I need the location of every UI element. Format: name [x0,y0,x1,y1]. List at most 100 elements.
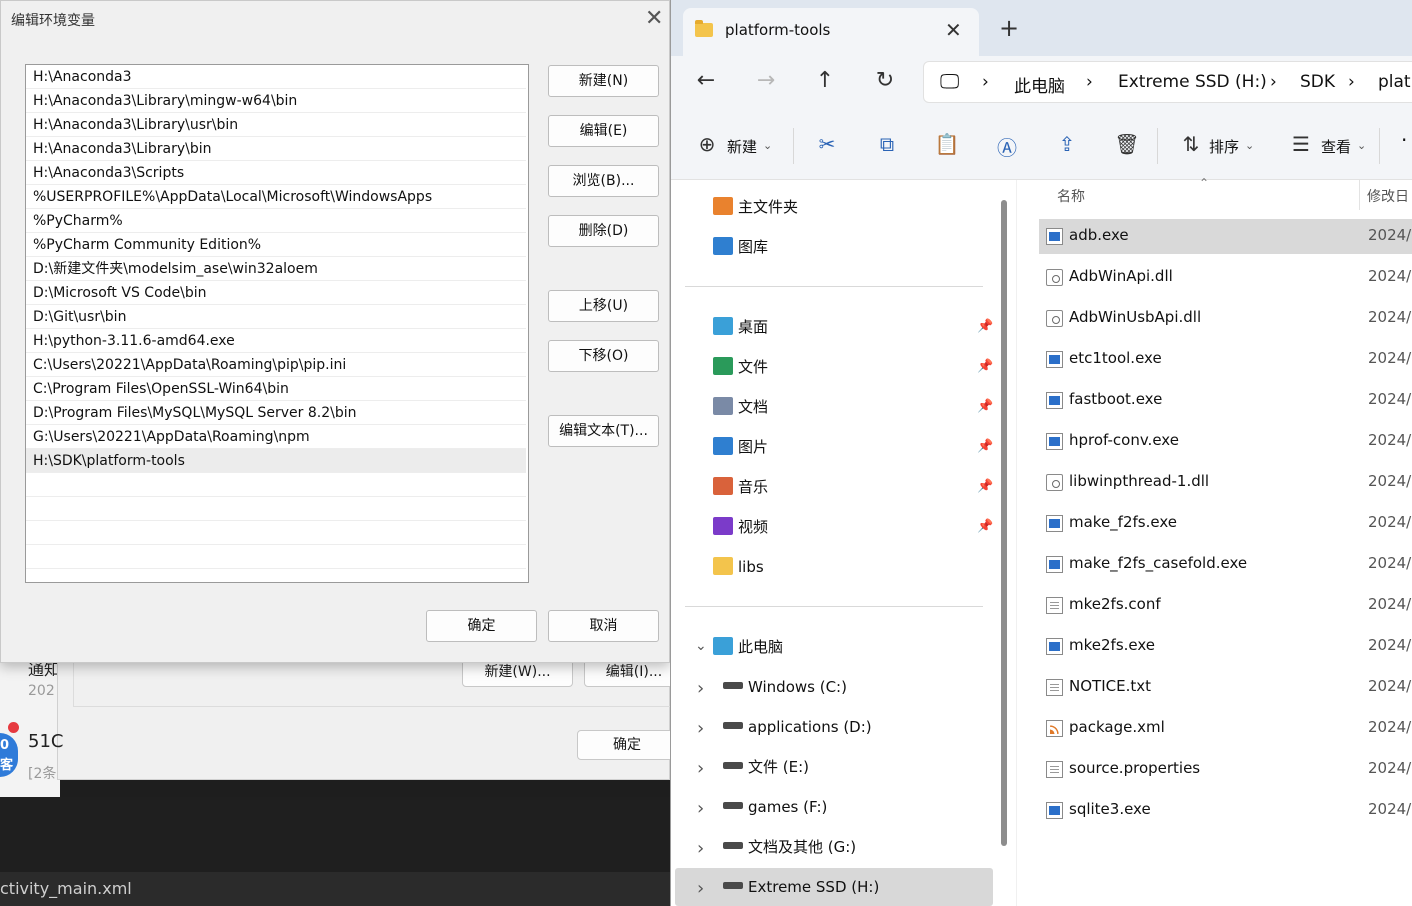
share-icon[interactable]: ⇪ [1053,132,1081,156]
path-list-item[interactable]: D:\Microsoft VS Code\bin [26,281,526,305]
file-row[interactable]: sqlite3.exe 2024/3 [1039,793,1412,828]
path-list-item[interactable] [26,473,526,497]
refresh-icon[interactable]: ↻ [870,68,900,93]
path-list-item[interactable]: H:\Anaconda3\Library\bin [26,137,526,161]
expand-chevron-icon[interactable]: › [697,878,704,899]
delete-icon[interactable]: 🗑 [1113,132,1141,156]
chevron-right-icon[interactable]: › [1270,72,1277,92]
breadcrumb-drive[interactable]: Extreme SSD (H:) [1118,72,1267,92]
path-list-item[interactable]: D:\新建文件夹\modelsim_ase\win32aloem [26,257,526,281]
nav-drive-item[interactable]: Extreme SSD (H:) [723,875,879,899]
file-row[interactable]: make_f2fs_casefold.exe 2024/3 [1039,547,1412,582]
file-row[interactable]: libwinpthread-1.dll 2024/3 [1039,465,1412,500]
path-list-item[interactable]: D:\Git\usr\bin [26,305,526,329]
new-menu-label[interactable]: 新建 [727,136,757,157]
nav-home[interactable]: 主文件夹 [713,195,798,219]
file-row[interactable]: NOTICE.txt 2024/3 [1039,670,1412,705]
avatar[interactable]: 0客 [0,733,18,777]
paste-icon[interactable]: 📋 [933,132,961,156]
more-icon[interactable]: · [1401,128,1407,152]
file-row[interactable]: source.properties 2024/3 [1039,752,1412,787]
breadcrumb-sdk[interactable]: SDK [1300,72,1335,92]
path-list-item[interactable] [26,545,526,569]
pin-icon[interactable]: 📌 [977,359,993,374]
nav-quick-access-item[interactable]: 视频 [713,515,768,539]
path-list-item[interactable]: G:\Users\20221\AppData\Roaming\npm [26,425,526,449]
sort-icon[interactable]: ⇅ [1177,132,1205,156]
tab-platform-tools[interactable]: platform-tools ✕ [683,8,979,56]
chevron-down-icon[interactable]: ⌄ [1357,139,1366,152]
file-row[interactable]: adb.exe 2024/3 [1039,219,1412,254]
pin-icon[interactable]: 📌 [977,479,993,494]
nav-quick-access-item[interactable]: 文档 [713,395,768,419]
nav-quick-access-item[interactable]: 文件 [713,355,768,379]
new-tab-icon[interactable]: + [999,14,1019,42]
nav-drive-item[interactable]: applications (D:) [723,715,872,739]
nav-libs[interactable]: libs [713,555,764,579]
file-row[interactable]: fastboot.exe 2024/3 [1039,383,1412,418]
path-list-item[interactable] [26,497,526,521]
path-list-item[interactable]: %PyCharm Community Edition% [26,233,526,257]
file-row[interactable]: AdbWinUsbApi.dll 2024/3 [1039,301,1412,336]
breadcrumb-platform-tools[interactable]: plat [1378,72,1411,92]
view-menu-label[interactable]: 查看 [1321,136,1351,157]
cut-icon[interactable]: ✂ [813,132,841,156]
nav-quick-access-item[interactable]: 音乐 [713,475,768,499]
file-row[interactable]: hprof-conv.exe 2024/3 [1039,424,1412,459]
path-list-item[interactable]: %PyCharm% [26,209,526,233]
move-down-button[interactable]: 下移(O) [548,340,659,372]
column-divider[interactable] [1359,180,1360,210]
path-list[interactable]: H:\Anaconda3 H:\Anaconda3\Library\mingw-w… [25,64,529,583]
breadcrumb-this-pc[interactable]: 此电脑 [1014,72,1065,97]
nav-scrollbar[interactable] [1001,200,1007,846]
edit-text-button[interactable]: 编辑文本(T)... [548,415,659,447]
column-header-name[interactable]: 名称 [1057,186,1085,206]
move-up-button[interactable]: 上移(U) [548,290,659,322]
nav-gallery[interactable]: 图库 [713,235,768,259]
chevron-right-icon[interactable]: › [1348,72,1355,92]
expand-chevron-icon[interactable]: › [697,798,704,819]
edit-button[interactable]: 编辑(E) [548,115,659,147]
chevron-down-icon[interactable]: ⌄ [763,139,772,152]
nav-drive-item[interactable]: Windows (C:) [723,675,847,699]
close-icon[interactable]: ✕ [645,7,663,31]
nav-drive-item[interactable]: 文件 (E:) [723,755,809,779]
background-ok-button[interactable]: 确定 [577,730,677,760]
expand-chevron-icon[interactable]: › [697,678,704,699]
rename-icon[interactable]: Ⓐ [993,132,1021,161]
file-row[interactable]: mke2fs.exe 2024/3 [1039,629,1412,664]
address-bar[interactable]: 🖵 › 此电脑 › Extreme SSD (H:) › SDK › plat [923,61,1412,103]
pin-icon[interactable]: 📌 [977,319,993,334]
sort-menu-label[interactable]: 排序 [1209,136,1239,157]
file-row[interactable]: package.xml 2024/3 [1039,711,1412,746]
path-list-item[interactable]: %USERPROFILE%\AppData\Local\Microsoft\Wi… [26,185,526,209]
browse-button[interactable]: 浏览(B)... [548,165,659,197]
nav-this-pc[interactable]: 此电脑 [713,635,783,659]
back-arrow-icon[interactable]: ← [691,68,721,93]
expand-chevron-icon[interactable]: › [697,838,704,859]
nav-quick-access-item[interactable]: 桌面 [713,315,768,339]
file-row[interactable]: make_f2fs.exe 2024/3 [1039,506,1412,541]
pin-icon[interactable]: 📌 [977,439,993,454]
path-list-item[interactable]: D:\Program Files\MySQL\MySQL Server 8.2\… [26,401,526,425]
path-list-item[interactable]: H:\python-3.11.6-amd64.exe [26,329,526,353]
new-button[interactable]: 新建(N) [548,65,659,97]
path-list-item[interactable]: C:\Users\20221\AppData\Roaming\pip\pip.i… [26,353,526,377]
forward-arrow-icon[interactable]: → [751,68,781,93]
file-row[interactable]: AdbWinApi.dll 2024/3 [1039,260,1412,295]
file-row[interactable]: mke2fs.conf 2024/3 [1039,588,1412,623]
pin-icon[interactable]: 📌 [977,519,993,534]
path-list-item[interactable]: C:\Program Files\OpenSSL-Win64\bin [26,377,526,401]
view-icon[interactable]: ☰ [1287,132,1315,156]
editor-file-name[interactable]: ctivity_main.xml [0,879,132,898]
chat-name-2[interactable]: 51C [28,731,63,752]
path-list-item[interactable]: H:\Anaconda3\Library\mingw-w64\bin [26,89,526,113]
path-list-item[interactable]: H:\Anaconda3 [26,65,526,89]
cancel-button[interactable]: 取消 [548,610,659,642]
new-plus-icon[interactable]: ⊕ [693,132,721,156]
copy-icon[interactable]: ⧉ [873,132,901,156]
nav-drive-item[interactable]: games (F:) [723,795,827,819]
close-tab-icon[interactable]: ✕ [945,18,962,42]
path-list-item[interactable]: H:\SDK\platform-tools [26,449,526,473]
chevron-right-icon[interactable]: › [1086,72,1093,92]
